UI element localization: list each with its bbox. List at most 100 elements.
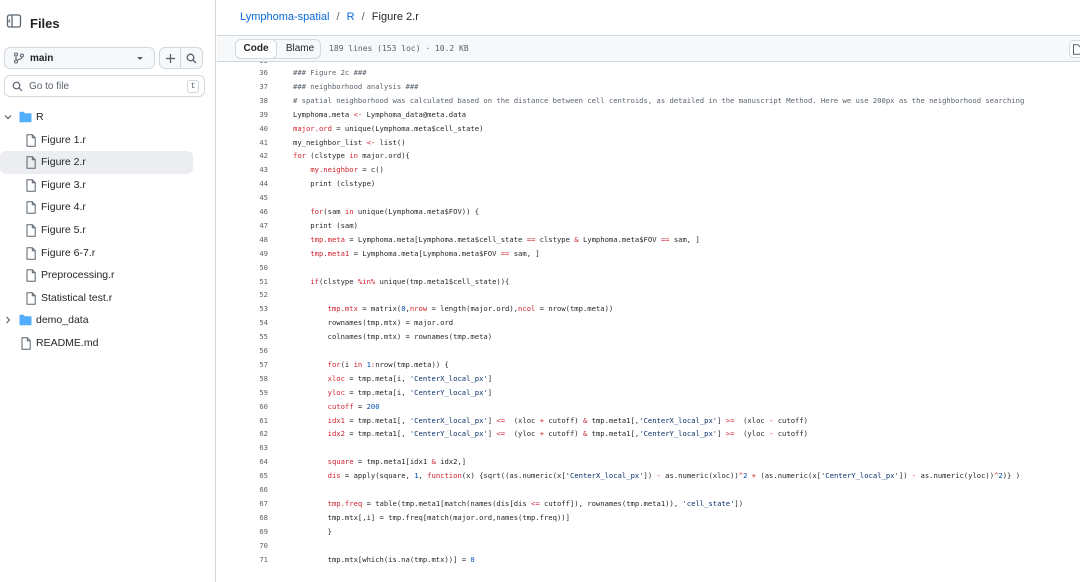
line-number[interactable]: 39	[217, 108, 268, 122]
line-number[interactable]: 38	[217, 94, 268, 108]
line-number[interactable]: 65	[217, 469, 268, 483]
line-number[interactable]: 67	[217, 497, 268, 511]
line-number[interactable]: 42	[217, 149, 268, 163]
line-number[interactable]: 58	[217, 372, 268, 386]
code-token: (xloc	[505, 415, 540, 425]
code-token: nrow(tmp.meta)) {	[375, 359, 449, 369]
code-token: my.neighbor	[310, 165, 358, 175]
line-number[interactable]: 47	[217, 219, 268, 233]
tree-file-figure-5-r[interactable]: Figure 5.r	[0, 219, 193, 242]
chevron-down-icon[interactable]	[3, 112, 13, 125]
code-token: cutoff]), rownames(tmp.meta1)),	[539, 498, 683, 508]
line-number[interactable]: 37	[217, 80, 268, 94]
breadcrumb-repo-link[interactable]: Lymphoma-spatial	[240, 11, 329, 23]
line-number[interactable]: 54	[217, 316, 268, 330]
code-token: 200	[366, 401, 380, 411]
code-token: tmp.mtx[which(is.na(tmp.mtx))] =	[293, 554, 471, 564]
line-number[interactable]: 40	[217, 122, 268, 136]
code-token: tmp.meta1[,	[587, 429, 640, 439]
tree-file-figure-3-r[interactable]: Figure 3.r	[0, 174, 193, 197]
line-content: for(sam in unique(Lymphoma.meta$FOV)) {	[293, 205, 479, 219]
branch-selector-button[interactable]: main	[4, 47, 155, 69]
line-number[interactable]: 48	[217, 233, 268, 247]
code-token: square	[327, 457, 354, 467]
code-token: <=	[531, 498, 540, 508]
line-number[interactable]: 50	[217, 261, 268, 275]
line-number[interactable]: 56	[217, 344, 268, 358]
line-content: colnames(tmp.mtx) = rownames(tmp.meta)	[293, 330, 492, 344]
code-token: (i	[340, 359, 354, 369]
code-token: ]	[717, 429, 726, 439]
code-token: idx2	[327, 429, 345, 439]
line-number[interactable]: 55	[217, 330, 268, 344]
tab-code[interactable]: Code	[235, 39, 277, 59]
line-number[interactable]: 46	[217, 205, 268, 219]
folder-icon	[19, 314, 32, 329]
add-file-button[interactable]	[159, 47, 181, 69]
tree-folder-r[interactable]: R	[0, 106, 193, 129]
line-number[interactable]: 52	[217, 288, 268, 302]
code-token: sam, ]	[509, 248, 540, 258]
tree-item-label: Figure 6-7.r	[41, 246, 96, 259]
line-number[interactable]: 71	[217, 553, 268, 567]
code-token: = table(tmp.meta1[match(names(dis[dis	[362, 498, 532, 508]
line-number[interactable]: 53	[217, 302, 268, 316]
line-number[interactable]: 61	[217, 414, 268, 428]
search-code-button[interactable]	[181, 47, 203, 69]
code-token: idx1	[327, 415, 345, 425]
line-number[interactable]: 68	[217, 511, 268, 525]
file-header: Lymphoma-spatial / R / Figure 2.r	[217, 0, 1080, 36]
code-token: <-	[353, 109, 363, 119]
tree-file-figure-1-r[interactable]: Figure 1.r	[0, 129, 193, 152]
line-number[interactable]: 63	[217, 441, 268, 455]
breadcrumb-folder-link[interactable]: R	[347, 11, 355, 23]
line-number[interactable]: 69	[217, 525, 268, 539]
line-number[interactable]: 41	[217, 136, 268, 150]
chevron-down-icon	[135, 52, 145, 67]
collapse-sidebar-icon[interactable]	[6, 13, 26, 33]
tree-file-statistical-test-r[interactable]: Statistical test.r	[0, 287, 193, 310]
line-number[interactable]: 57	[217, 358, 268, 372]
line-number[interactable]: 51	[217, 275, 268, 289]
tree-file-figure-4-r[interactable]: Figure 4.r	[0, 196, 193, 219]
chevron-right-icon[interactable]	[3, 315, 13, 328]
line-number[interactable]: 43	[217, 163, 268, 177]
plus-icon	[166, 54, 175, 63]
line-number[interactable]: 45	[217, 191, 268, 205]
raw-file-button[interactable]	[1069, 40, 1080, 58]
tab-blame[interactable]: Blame	[280, 40, 320, 58]
go-to-file-input[interactable]	[29, 79, 179, 93]
tree-file-figure-2-r[interactable]: Figure 2.r	[0, 151, 193, 174]
code-token: ]	[487, 373, 493, 383]
tree-file-preprocessing-r[interactable]: Preprocessing.r	[0, 264, 193, 287]
tree-folder-demo-data[interactable]: demo_data	[0, 309, 193, 332]
code-token: 'CenterX_local_px'	[639, 415, 718, 425]
file-icon	[25, 246, 37, 263]
code-token: ### Figure 2c ###	[293, 68, 367, 77]
line-number[interactable]: 49	[217, 247, 268, 261]
line-number[interactable]: 44	[217, 177, 268, 191]
tree-file-readme-md[interactable]: README.md	[0, 332, 193, 355]
code-token: (clstype	[305, 151, 350, 161]
line-content: tmp.mtx[which(is.na(tmp.mtx))] = 0	[293, 553, 475, 567]
branch-name: main	[30, 53, 54, 64]
code-token: function	[427, 471, 462, 481]
line-number[interactable]: 66	[217, 483, 268, 497]
line-number[interactable]: 64	[217, 455, 268, 469]
line-number[interactable]: 36	[217, 66, 268, 80]
code-token: major.ord	[293, 123, 332, 133]
code-token: = tmp.meta[i,	[344, 373, 410, 383]
line-number[interactable]: 60	[217, 400, 268, 414]
line-content: }	[293, 525, 332, 539]
tree-file-figure-6-7-r[interactable]: Figure 6-7.r	[0, 242, 193, 265]
line-number[interactable]: 62	[217, 427, 268, 441]
code-token: (yloc	[505, 429, 540, 439]
line-number[interactable]: 70	[217, 539, 268, 553]
code-token: in	[349, 151, 358, 161]
line-number[interactable]: 59	[217, 386, 268, 400]
code-token: ])	[898, 471, 912, 481]
code-viewer[interactable]: 3536### Figure 2c ###37### neighborhood …	[217, 62, 1080, 582]
code-token: 'CenterY_local_px'	[409, 429, 488, 439]
go-to-file-field[interactable]: t	[4, 75, 205, 97]
